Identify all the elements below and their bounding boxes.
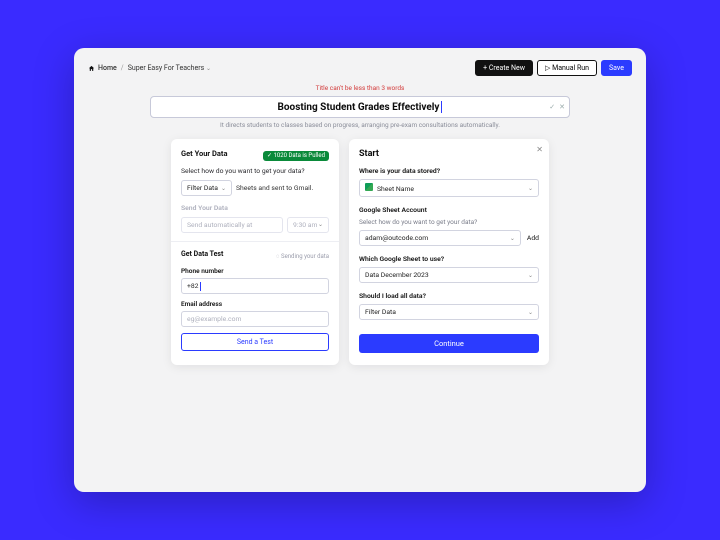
- send-test-button[interactable]: Send a Test: [181, 333, 329, 351]
- sending-hint: ◌ Sending your data: [276, 253, 329, 260]
- cancel-icon[interactable]: ✕: [559, 103, 565, 111]
- q-load-all: Should I load all data?: [359, 292, 539, 300]
- chevron-down-icon: ⌄: [510, 235, 515, 242]
- add-account-link[interactable]: Add: [527, 234, 539, 242]
- chevron-down-icon: ⌄: [206, 65, 211, 72]
- divider: [171, 241, 339, 242]
- manual-run-button[interactable]: ▷ Manual Run: [537, 60, 597, 76]
- get-data-question: Select how do you want to get your data?: [181, 167, 329, 175]
- data-pulled-badge: ✓ 1020 Data is Pulled: [263, 151, 329, 161]
- filter-hint: Sheets and sent to Gmail.: [236, 184, 313, 192]
- which-sheet-select[interactable]: Data December 2023 ⌄: [359, 267, 539, 283]
- load-data-select[interactable]: Filter Data ⌄: [359, 304, 539, 320]
- account-select[interactable]: adam@outcode.com ⌄: [359, 230, 521, 246]
- right-panel: ✕ Start Where is your data stored? Sheet…: [349, 139, 549, 365]
- phone-label: Phone number: [181, 267, 329, 275]
- title-input[interactable]: Boosting Student Grades Effectively ✓ ✕: [150, 96, 570, 118]
- close-icon[interactable]: ✕: [536, 145, 543, 154]
- q-account: Google Sheet Account: [359, 206, 539, 214]
- app-window: Home / Super Easy For Teachers ⌄ + Creat…: [74, 48, 646, 492]
- get-data-title: Get Your Data: [181, 149, 227, 158]
- text-cursor: [441, 101, 442, 113]
- email-label: Email address: [181, 300, 329, 308]
- topbar-actions: + Create New ▷ Manual Run Save: [475, 60, 632, 76]
- email-input[interactable]: eg@example.com: [181, 311, 329, 327]
- chevron-down-icon: ⌄: [528, 185, 533, 192]
- subtitle: It directs students to classes based on …: [88, 121, 632, 129]
- sheet-name-select[interactable]: Sheet Name ⌄: [359, 179, 539, 197]
- chevron-down-icon: ⌄: [528, 272, 533, 279]
- chevron-down-icon: ⌄: [221, 185, 226, 192]
- breadcrumb: Home / Super Easy For Teachers ⌄: [88, 64, 211, 72]
- google-sheets-icon: [365, 183, 373, 191]
- send-auto-label: Send automatically at: [181, 217, 283, 233]
- topbar: Home / Super Easy For Teachers ⌄ + Creat…: [88, 60, 632, 76]
- send-time-select[interactable]: 9:30 am⌄: [287, 217, 329, 233]
- get-data-test-title: Get Data Test: [181, 250, 223, 258]
- left-panel: Get Your Data ✓ 1020 Data is Pulled Sele…: [171, 139, 339, 365]
- filter-data-select[interactable]: Filter Data ⌄: [181, 180, 232, 196]
- continue-button[interactable]: Continue: [359, 334, 539, 353]
- send-data-title: Send Your Data: [181, 204, 329, 212]
- phone-input[interactable]: +82: [181, 278, 329, 294]
- breadcrumb-home[interactable]: Home: [88, 64, 117, 72]
- create-new-button[interactable]: + Create New: [475, 60, 533, 76]
- start-title: Start: [359, 149, 539, 159]
- save-button[interactable]: Save: [601, 60, 632, 76]
- breadcrumb-project[interactable]: Super Easy For Teachers ⌄: [128, 64, 211, 72]
- q-which-sheet: Which Google Sheet to use?: [359, 255, 539, 263]
- title-text: Boosting Student Grades Effectively: [278, 102, 440, 113]
- chevron-down-icon: ⌄: [528, 309, 533, 316]
- q-account-sub: Select how do you want to get your data?: [359, 218, 539, 226]
- chevron-down-icon: ⌄: [318, 221, 323, 229]
- play-icon: ▷: [545, 64, 552, 72]
- q-where-stored: Where is your data stored?: [359, 167, 539, 175]
- text-cursor: [200, 282, 201, 291]
- validation-warning: Title can't be less than 3 words: [88, 84, 632, 92]
- breadcrumb-separator: /: [121, 64, 124, 72]
- home-icon: [88, 65, 95, 72]
- confirm-icon[interactable]: ✓: [549, 103, 555, 111]
